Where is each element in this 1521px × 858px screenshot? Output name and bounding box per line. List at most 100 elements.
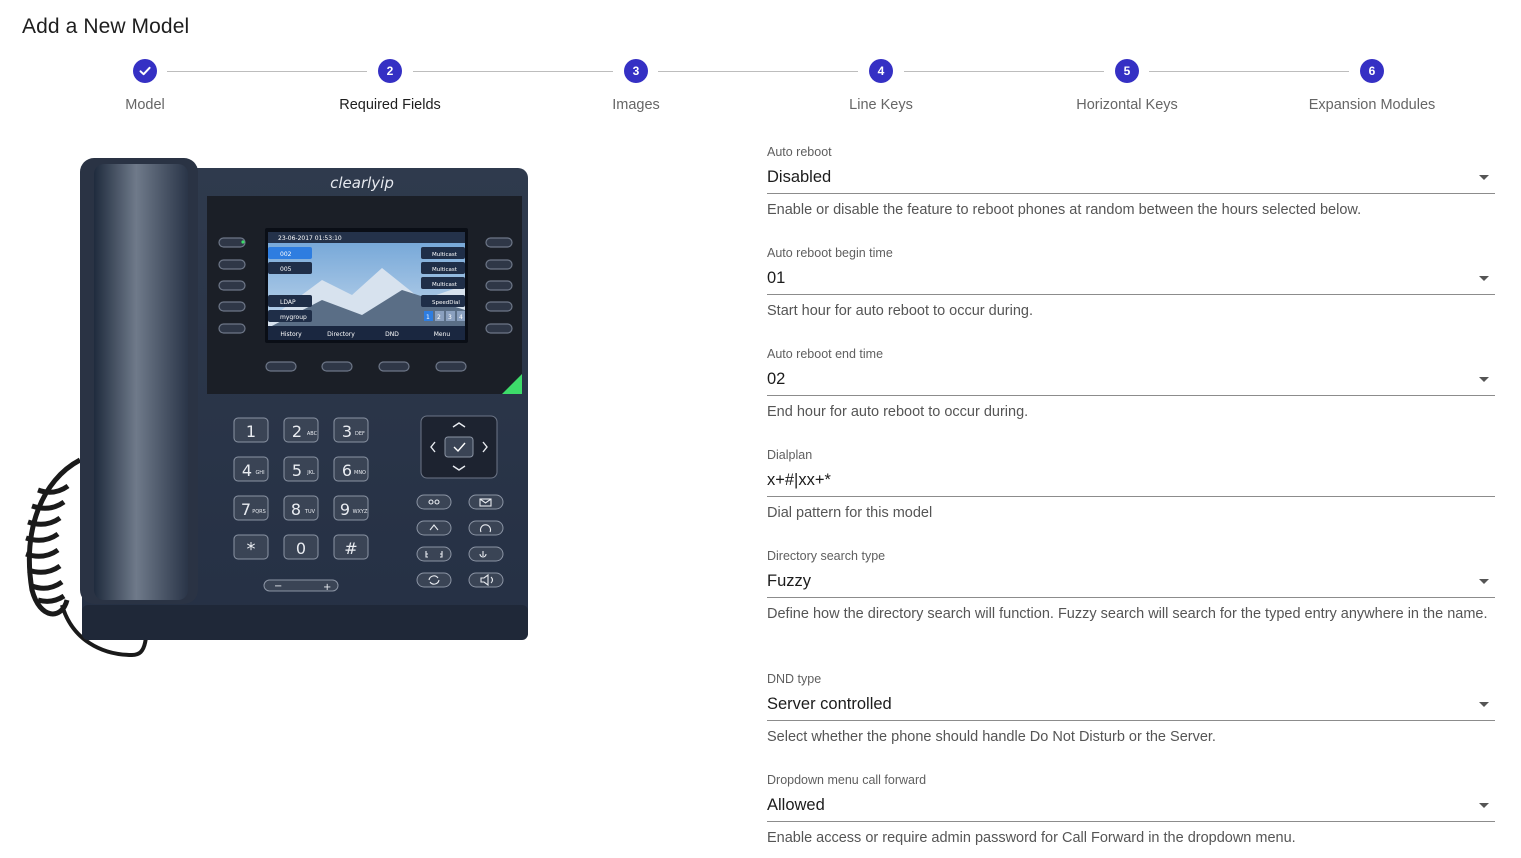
step-3-circle: 3 — [624, 59, 648, 83]
svg-text:mygroup: mygroup — [280, 314, 307, 321]
step-expansion-modules[interactable]: 6 Expansion Modules — [1282, 58, 1462, 113]
svg-text:Directory: Directory — [327, 331, 355, 338]
page-title: Add a New Model — [22, 15, 190, 38]
svg-text:0: 0 — [296, 539, 306, 558]
auto-reboot-end-field: Auto reboot end time 02 End hour for aut… — [767, 347, 1495, 448]
svg-text:1: 1 — [246, 422, 256, 441]
svg-text:LDAP: LDAP — [280, 299, 296, 306]
field-label: DND type — [767, 672, 822, 686]
svg-text:Menu: Menu — [434, 331, 451, 338]
nav-cluster — [420, 415, 498, 479]
directory-search-type-select[interactable]: Fuzzy — [767, 565, 1495, 598]
svg-text:Multicast: Multicast — [432, 267, 458, 273]
helper-text: Enable access or require admin password … — [767, 830, 1296, 846]
svg-text:JKL: JKL — [306, 470, 315, 476]
helper-text: Define how the directory search will fun… — [767, 606, 1488, 622]
svg-text:9: 9 — [340, 500, 350, 519]
svg-text:4: 4 — [459, 314, 463, 321]
svg-text:Multicast: Multicast — [432, 252, 458, 258]
dropdown-arrow-icon — [1479, 702, 1489, 707]
svg-text:#: # — [344, 539, 357, 558]
svg-text:002: 002 — [280, 251, 292, 258]
svg-text:TUV: TUV — [304, 509, 316, 515]
svg-text:6: 6 — [342, 461, 352, 480]
stepper: Model 2 Required Fields 3 Images 4 Line … — [22, 58, 1494, 128]
step-model[interactable]: Model — [55, 58, 235, 113]
svg-text:−: − — [274, 581, 282, 592]
svg-text:2: 2 — [292, 422, 302, 441]
svg-text:2: 2 — [437, 314, 441, 321]
step-label: Line Keys — [849, 97, 913, 113]
dialplan-field: Dialplan Dial pattern for this model — [767, 448, 1495, 549]
step-line-keys[interactable]: 4 Line Keys — [791, 58, 971, 113]
svg-text:GHI: GHI — [255, 470, 264, 476]
step-6-circle: 6 — [1360, 59, 1384, 83]
field-label: Dialplan — [767, 448, 813, 462]
svg-text:3: 3 — [342, 422, 352, 441]
step-images[interactable]: 3 Images — [546, 58, 726, 113]
select-value: Allowed — [767, 795, 825, 814]
helper-text: Enable or disable the feature to reboot … — [767, 202, 1362, 218]
step-label: Expansion Modules — [1308, 97, 1436, 113]
auto-reboot-begin-select[interactable]: 01 — [767, 262, 1495, 295]
select-value: Disabled — [767, 167, 832, 186]
svg-text:1: 1 — [426, 314, 430, 321]
desk-phone-illustration: clearlyip 23-06-2017 01:53:10 002 005 LD… — [25, 158, 528, 658]
step-horizontal-keys[interactable]: 5 Horizontal Keys — [1037, 58, 1217, 113]
step-required-fields[interactable]: 2 Required Fields — [300, 58, 480, 113]
dropdown-arrow-icon — [1479, 803, 1489, 808]
field-label: Auto reboot — [767, 145, 832, 159]
step-2-circle: 2 — [378, 59, 402, 83]
svg-text:3: 3 — [448, 314, 452, 321]
dropdown-arrow-icon — [1479, 276, 1489, 281]
dropdown-arrow-icon — [1479, 579, 1489, 584]
step-label: Horizontal Keys — [1076, 97, 1178, 113]
helper-text: Start hour for auto reboot to occur duri… — [767, 303, 1033, 319]
dialplan-input[interactable] — [767, 464, 1495, 497]
svg-text:History: History — [280, 331, 302, 338]
step-1-circle — [133, 59, 157, 83]
dropdown-arrow-icon — [1479, 377, 1489, 382]
svg-text:MNO: MNO — [354, 470, 366, 476]
svg-text:DND: DND — [385, 331, 399, 338]
field-label: Auto reboot begin time — [767, 246, 893, 260]
auto-reboot-begin-field: Auto reboot begin time 01 Start hour for… — [767, 246, 1495, 347]
auto-reboot-end-select[interactable]: 02 — [767, 363, 1495, 396]
svg-text:DEF: DEF — [355, 431, 365, 437]
step-label: Images — [612, 97, 660, 113]
directory-search-type-field: Directory search type Fuzzy Define how t… — [767, 549, 1495, 672]
phone-image: clearlyip 23-06-2017 01:53:10 002 005 LD… — [22, 150, 534, 662]
dropdown-arrow-icon — [1479, 175, 1489, 180]
field-label: Directory search type — [767, 549, 886, 563]
screen-datetime: 23-06-2017 01:53:10 — [278, 235, 342, 242]
dnd-type-select[interactable]: Server controlled — [767, 688, 1495, 721]
auto-reboot-field: Auto reboot Disabled Enable or disable t… — [767, 145, 1495, 246]
svg-text:7: 7 — [241, 500, 251, 519]
brand-logo: clearlyip — [330, 174, 394, 192]
step-label: Model — [125, 97, 165, 113]
field-label: Dropdown menu call forward — [767, 773, 927, 787]
svg-text:WXYZ: WXYZ — [353, 509, 368, 515]
dropdown-call-forward-field: Dropdown menu call forward Allowed Enabl… — [767, 773, 1495, 853]
svg-text:8: 8 — [291, 500, 301, 519]
dnd-type-field: DND type Server controlled Select whethe… — [767, 672, 1495, 773]
helper-text: Select whether the phone should handle D… — [767, 729, 1216, 745]
required-fields-form: Auto reboot Disabled Enable or disable t… — [767, 145, 1495, 853]
svg-text:Multicast: Multicast — [432, 282, 458, 288]
svg-text:ABC: ABC — [307, 431, 318, 437]
helper-text: End hour for auto reboot to occur during… — [767, 404, 1029, 420]
helper-text: Dial pattern for this model — [767, 505, 933, 521]
check-icon — [139, 66, 151, 76]
select-value: Server controlled — [767, 694, 892, 713]
svg-text:5: 5 — [292, 461, 302, 480]
select-value: 02 — [767, 369, 786, 388]
dropdown-call-forward-select[interactable]: Allowed — [767, 789, 1495, 822]
step-5-circle: 5 — [1115, 59, 1139, 83]
auto-reboot-select[interactable]: Disabled — [767, 161, 1495, 194]
svg-text:SpeedDial: SpeedDial — [432, 300, 460, 306]
svg-text:4: 4 — [242, 461, 252, 480]
step-4-circle: 4 — [869, 59, 893, 83]
svg-text:005: 005 — [280, 266, 292, 273]
select-value: Fuzzy — [767, 571, 812, 590]
svg-text:+: + — [323, 582, 331, 593]
